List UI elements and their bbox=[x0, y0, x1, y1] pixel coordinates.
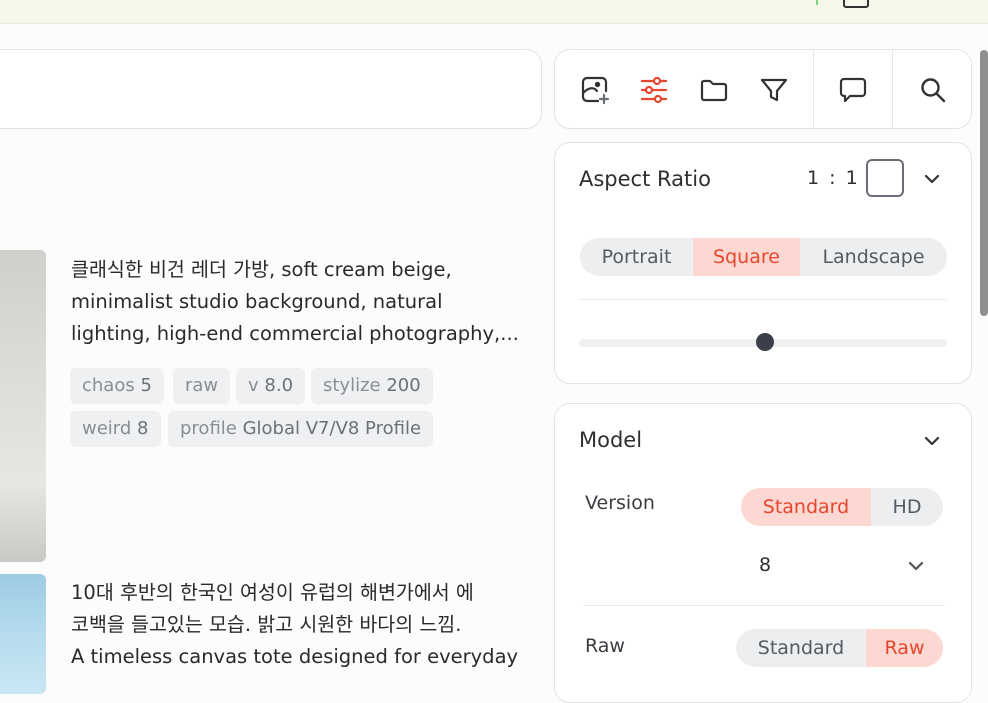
top-bar bbox=[0, 0, 988, 24]
model-panel: Model Version Standard HD 8 Raw Standard… bbox=[554, 403, 972, 703]
chevron-down-icon[interactable] bbox=[921, 168, 943, 190]
search-icon[interactable] bbox=[913, 70, 953, 110]
prompt-line: 10대 후반의 한국인 여성이 유럽의 해변가에서 에 bbox=[71, 581, 474, 604]
chevron-down-icon[interactable] bbox=[921, 430, 943, 452]
divider bbox=[583, 605, 945, 606]
option-portrait[interactable]: Portrait bbox=[580, 238, 693, 276]
aspect-ratio-selector: Portrait Square Landscape bbox=[580, 238, 947, 276]
aspect-ratio-value: 1 : 1 bbox=[807, 167, 860, 189]
tag-version[interactable]: v 8.0 bbox=[236, 368, 306, 404]
prompt-line: 코백을 들고있는 모습. 밝고 시원한 바다의 느낌. bbox=[71, 613, 462, 636]
tag-stylize[interactable]: stylize 200 bbox=[311, 368, 433, 404]
option-hd[interactable]: HD bbox=[871, 488, 943, 526]
aspect-ratio-panel: Aspect Ratio 1 : 1 Portrait Square Lands… bbox=[554, 142, 972, 384]
status-indicator bbox=[816, 0, 818, 5]
tag-profile[interactable]: profile Global V7/V8 Profile bbox=[168, 411, 434, 447]
option-standard[interactable]: Standard bbox=[741, 488, 871, 526]
sliders-icon[interactable] bbox=[634, 70, 674, 110]
settings-toolbar bbox=[554, 49, 972, 129]
aspect-ratio-title: Aspect Ratio bbox=[579, 167, 711, 191]
filter-icon[interactable] bbox=[754, 70, 794, 110]
tag-key: profile bbox=[180, 418, 237, 439]
tag-value: 8 bbox=[137, 418, 149, 439]
prompt-line: minimalist studio background, natural bbox=[71, 290, 443, 313]
toolbar-divider bbox=[813, 50, 814, 128]
version-number[interactable]: 8 bbox=[759, 554, 771, 576]
aspect-ratio-preview bbox=[866, 159, 904, 197]
prompt-input-box[interactable] bbox=[0, 49, 542, 129]
divider bbox=[579, 299, 947, 300]
toolbar-divider bbox=[892, 50, 893, 128]
tag-key: weird bbox=[82, 418, 132, 439]
prompt-thumbnail-1[interactable] bbox=[0, 250, 46, 562]
tag-value: 5 bbox=[140, 375, 152, 396]
prompt-thumbnail-2[interactable] bbox=[0, 574, 46, 694]
model-title: Model bbox=[579, 428, 643, 452]
image-add-icon[interactable] bbox=[575, 70, 615, 110]
tag-value: 200 bbox=[386, 375, 421, 396]
tag-raw[interactable]: raw bbox=[173, 368, 231, 404]
prompt-line: 클래식한 비건 레더 가방, soft cream beige, bbox=[71, 258, 452, 281]
tag-key: raw bbox=[185, 375, 219, 396]
option-landscape[interactable]: Landscape bbox=[800, 238, 947, 276]
tag-value: 8.0 bbox=[264, 375, 294, 396]
raw-label: Raw bbox=[585, 635, 625, 657]
prompt-line: A timeless canvas tote designed for ever… bbox=[71, 645, 519, 668]
version-label: Version bbox=[585, 492, 655, 514]
version-selector: Standard HD bbox=[741, 488, 943, 526]
option-raw[interactable]: Raw bbox=[866, 629, 943, 667]
prompt-text-2[interactable]: 10대 후반의 한국인 여성이 유럽의 해변가에서 에 코백을 들고있는 모습.… bbox=[71, 577, 531, 673]
window-icon[interactable] bbox=[843, 0, 869, 8]
option-standard[interactable]: Standard bbox=[736, 629, 866, 667]
prompt-text-1[interactable]: 클래식한 비건 레더 가방, soft cream beige, minimal… bbox=[71, 254, 531, 350]
tag-key: v bbox=[248, 375, 259, 396]
prompt-line: lighting, high-end commercial photograph… bbox=[71, 322, 519, 345]
tag-chaos[interactable]: chaos 5 bbox=[70, 368, 164, 404]
tag-key: chaos bbox=[82, 375, 135, 396]
chat-icon[interactable] bbox=[833, 70, 873, 110]
option-square[interactable]: Square bbox=[693, 238, 800, 276]
chevron-down-icon[interactable] bbox=[905, 555, 927, 577]
slider-handle[interactable] bbox=[756, 333, 774, 351]
tag-value: Global V7/V8 Profile bbox=[242, 418, 422, 439]
tag-key: stylize bbox=[323, 375, 381, 396]
scrollbar-thumb[interactable] bbox=[980, 50, 988, 316]
folder-icon[interactable] bbox=[694, 70, 734, 110]
raw-selector: Standard Raw bbox=[736, 629, 943, 667]
tag-weird[interactable]: weird 8 bbox=[70, 411, 161, 447]
